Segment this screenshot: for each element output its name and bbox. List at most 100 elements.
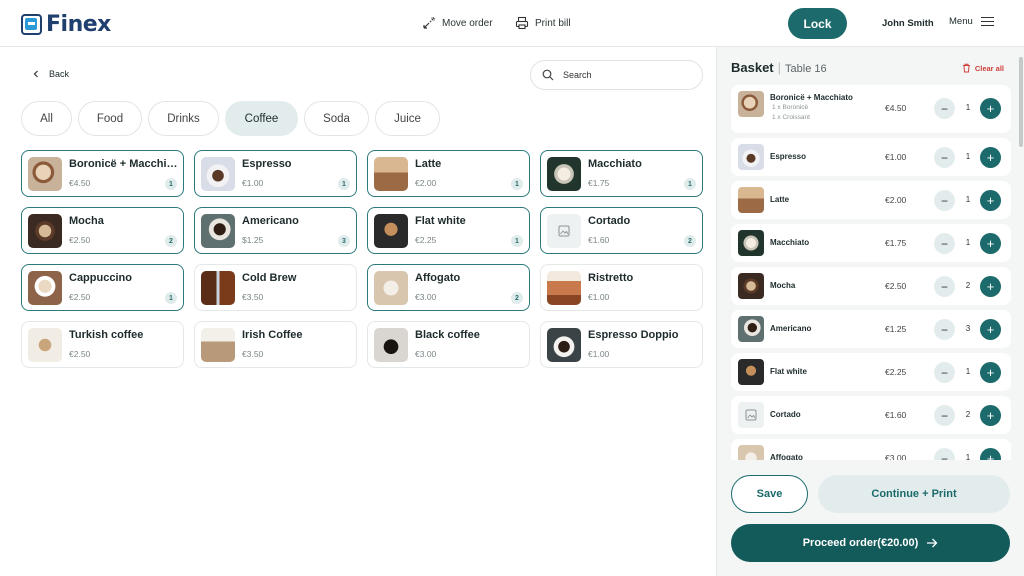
menu-label: Menu xyxy=(949,16,973,27)
brand-logo[interactable]: Finex xyxy=(21,12,111,37)
product-price: €4.50 xyxy=(69,178,91,188)
minus-icon: − xyxy=(940,279,948,294)
increase-quantity-button[interactable]: + xyxy=(980,147,1001,168)
increase-quantity-button[interactable]: + xyxy=(980,362,1001,383)
decrease-quantity-button[interactable]: − xyxy=(934,190,955,211)
product-card[interactable]: Americano $1.25 3 xyxy=(194,207,357,254)
quantity-badge: 1 xyxy=(165,292,177,304)
increase-quantity-button[interactable]: + xyxy=(980,405,1001,426)
basket-item-price: €1.25 xyxy=(885,324,907,334)
minus-icon: − xyxy=(940,408,948,423)
basket-item-name: Espresso xyxy=(770,152,807,161)
product-card[interactable]: Flat white €2.25 1 xyxy=(367,207,530,254)
decrease-quantity-button[interactable]: − xyxy=(934,276,955,297)
basket-item-modifier: 1 x Boronicë xyxy=(772,104,809,111)
basket-item: Boronicë + Macchiato 1 x Boronicë 1 x Croi… xyxy=(731,85,1011,133)
product-price: €3.00 xyxy=(415,349,437,359)
increase-quantity-button[interactable]: + xyxy=(980,190,1001,211)
decrease-quantity-button[interactable]: − xyxy=(934,405,955,426)
product-card[interactable]: Latte €2.00 1 xyxy=(367,150,530,197)
product-card[interactable]: Espresso Doppio €1.00 xyxy=(540,321,703,368)
basket-item: Americano €1.25 − 3 + xyxy=(731,310,1011,348)
product-image xyxy=(201,214,235,248)
product-card[interactable]: Black coffee €3.00 xyxy=(367,321,530,368)
plus-icon: + xyxy=(986,101,995,116)
back-button[interactable]: Back xyxy=(33,69,69,79)
tab-drinks[interactable]: Drinks xyxy=(148,101,219,136)
product-card[interactable]: Espresso €1.00 1 xyxy=(194,150,357,197)
menu-button[interactable]: Menu xyxy=(949,16,994,27)
decrease-quantity-button[interactable]: − xyxy=(934,98,955,119)
increase-quantity-button[interactable]: + xyxy=(980,98,1001,119)
quantity-badge: 2 xyxy=(165,235,177,247)
tab-all[interactable]: All xyxy=(21,101,72,136)
print-bill-button[interactable]: Print bill xyxy=(515,16,571,30)
logo-icon xyxy=(21,14,42,35)
tab-coffee[interactable]: Coffee xyxy=(225,101,298,136)
product-card[interactable]: Macchiato €1.75 1 xyxy=(540,150,703,197)
product-image xyxy=(547,271,581,305)
decrease-quantity-button[interactable]: − xyxy=(934,362,955,383)
move-order-label: Move order xyxy=(442,17,493,29)
product-price: €3.50 xyxy=(242,292,264,302)
decrease-quantity-button[interactable]: − xyxy=(934,147,955,168)
product-image xyxy=(374,271,408,305)
basket-item-image xyxy=(738,359,764,385)
quantity-badge: 1 xyxy=(684,178,696,190)
basket-item-price: €1.60 xyxy=(885,410,907,420)
basket-item-price: €3.00 xyxy=(885,453,907,460)
basket-item: Mocha €2.50 − 2 + xyxy=(731,267,1011,305)
product-card[interactable]: Irish Coffee €3.50 xyxy=(194,321,357,368)
tab-soda[interactable]: Soda xyxy=(304,101,369,136)
basket-item-price: €4.50 xyxy=(885,103,907,113)
decrease-quantity-button[interactable]: − xyxy=(934,448,955,460)
basket-list[interactable]: Boronicë + Macchiato 1 x Boronicë 1 x Croi… xyxy=(731,85,1011,460)
basket-header: Basket | Table 16 xyxy=(731,60,827,75)
product-name: Cortado xyxy=(588,215,631,227)
plus-icon: + xyxy=(986,408,995,423)
product-name: Americano xyxy=(242,215,299,227)
product-card[interactable]: Cortado €1.60 2 xyxy=(540,207,703,254)
product-price: €1.60 xyxy=(588,235,610,245)
decrease-quantity-button[interactable]: − xyxy=(934,319,955,340)
search-icon xyxy=(542,69,554,81)
proceed-order-label: Proceed order(€20.00) xyxy=(802,537,919,549)
tab-juice[interactable]: Juice xyxy=(375,101,440,136)
product-price: €1.00 xyxy=(588,349,610,359)
product-card[interactable]: Affogato €3.00 2 xyxy=(367,264,530,311)
increase-quantity-button[interactable]: + xyxy=(980,319,1001,340)
back-label: Back xyxy=(49,69,70,79)
user-name[interactable]: John Smith xyxy=(882,18,934,29)
save-button[interactable]: Save xyxy=(731,475,808,513)
basket-item-image xyxy=(738,187,764,213)
product-price: €2.00 xyxy=(415,178,437,188)
increase-quantity-button[interactable]: + xyxy=(980,448,1001,460)
proceed-order-button[interactable]: Proceed order(€20.00) xyxy=(731,524,1010,562)
increase-quantity-button[interactable]: + xyxy=(980,233,1001,254)
move-order-button[interactable]: Move order xyxy=(422,16,493,30)
search-input[interactable]: Search xyxy=(530,60,703,90)
product-name: Latte xyxy=(415,158,442,170)
basket-item-name: Latte xyxy=(770,195,790,204)
product-name: Cold Brew xyxy=(242,272,297,284)
product-card[interactable]: Boronicë + Macchiato €4.50 1 xyxy=(21,150,184,197)
continue-print-button[interactable]: Continue + Print xyxy=(818,475,1010,513)
lock-button[interactable]: Lock xyxy=(788,8,847,39)
basket-item-image xyxy=(738,230,764,256)
tab-food[interactable]: Food xyxy=(78,101,142,136)
product-image xyxy=(374,214,408,248)
increase-quantity-button[interactable]: + xyxy=(980,276,1001,297)
product-card[interactable]: Cappuccino €2.50 1 xyxy=(21,264,184,311)
minus-icon: − xyxy=(940,451,948,461)
product-card[interactable]: Ristretto €1.00 xyxy=(540,264,703,311)
search-placeholder: Search xyxy=(563,70,592,80)
product-card[interactable]: Cold Brew €3.50 xyxy=(194,264,357,311)
clear-all-button[interactable]: Clear all xyxy=(962,63,1004,73)
product-image xyxy=(28,214,62,248)
product-card[interactable]: Turkish coffee €2.50 xyxy=(21,321,184,368)
basket-scrollbar[interactable] xyxy=(1019,57,1023,147)
product-price: €2.50 xyxy=(69,349,91,359)
product-card[interactable]: Mocha €2.50 2 xyxy=(21,207,184,254)
decrease-quantity-button[interactable]: − xyxy=(934,233,955,254)
product-name: Boronicë + Macchiato xyxy=(69,158,179,170)
